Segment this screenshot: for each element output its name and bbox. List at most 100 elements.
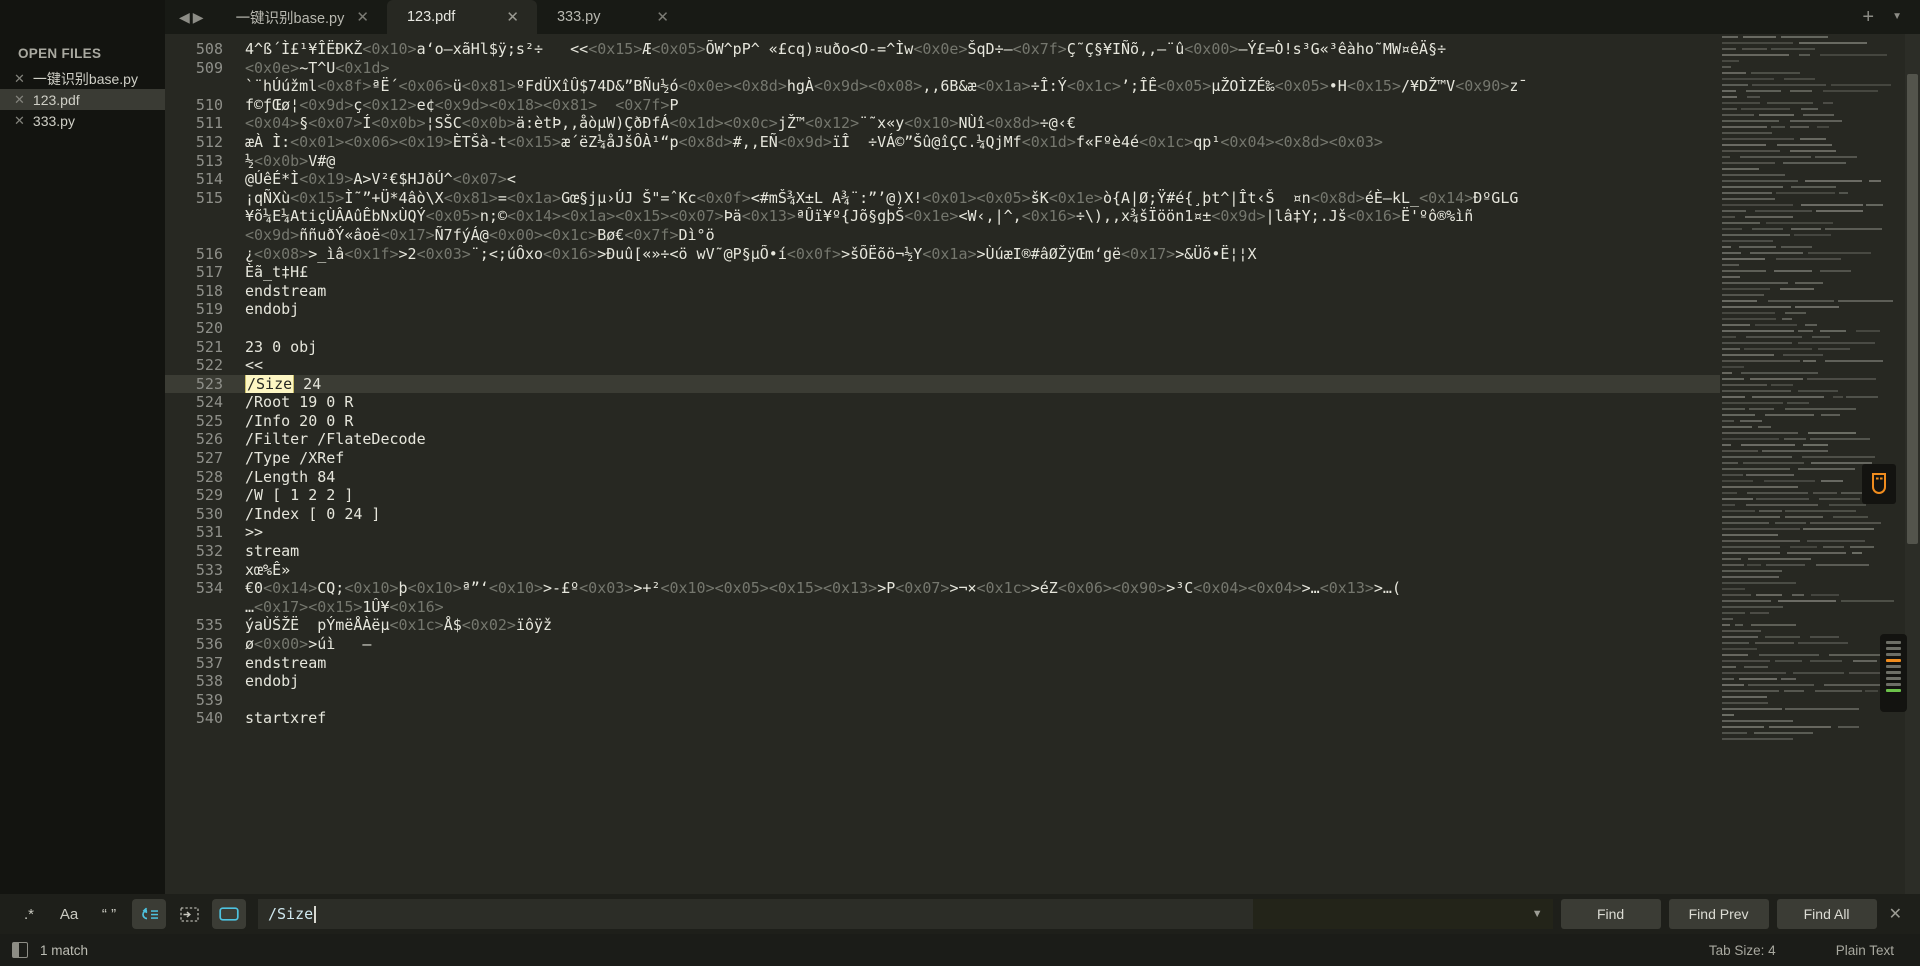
line-number: 540: [195, 709, 223, 728]
hex-escape: <0x1a>: [506, 188, 562, 207]
code-text: >Ðuû[«»÷<ö wV˜@P§µÕ•í: [597, 244, 787, 263]
code-line[interactable]: /Root 19 0 R: [237, 393, 1720, 412]
text-cursor: [314, 905, 316, 923]
code-line[interactable]: …<0x17><0x15>1Û¥<0x16>: [237, 598, 1720, 617]
tab-close-icon[interactable]: ✕: [504, 10, 521, 25]
sidebar-item-file-2[interactable]: ✕ 333.py: [0, 110, 165, 131]
tab-close-icon[interactable]: ✕: [354, 10, 371, 25]
code-line[interactable]: [237, 691, 1720, 710]
code-line[interactable]: /Length 84: [237, 468, 1720, 487]
syntax-mode-label[interactable]: Plain Text: [1836, 943, 1894, 958]
find-wrap-toggle[interactable]: [132, 899, 166, 929]
hex-escape: <0x0c>: [723, 114, 778, 133]
tab-size-label[interactable]: Tab Size: 4: [1709, 943, 1776, 958]
code-line[interactable]: Èã_t‡H£: [237, 263, 1720, 282]
code-line[interactable]: <0x0e>~T^U<0x1d>: [237, 59, 1720, 78]
code-text: hgÀ: [786, 77, 814, 96]
code-line[interactable]: endobj: [237, 672, 1720, 691]
code-text: ªË´: [371, 77, 399, 96]
tab-nav-back-icon[interactable]: ◀: [179, 10, 190, 24]
sidebar-item-file-1[interactable]: ✕ 123.pdf: [0, 89, 165, 110]
code-line[interactable]: startxref: [237, 709, 1720, 728]
code-line[interactable]: <0x04>§<0x07>Í<0x0b>¦SŠC<0x0b>ä:ètÞ,,åòµ…: [237, 114, 1720, 133]
panel-toggle-icon[interactable]: [12, 942, 28, 958]
code-line[interactable]: ¡qÑXù<0x15>Ì˜”+Ü*4âò\X<0x81>=<0x1a>Gœ§jµ…: [237, 189, 1720, 208]
code-line[interactable]: /W [ 1 2 2 ]: [237, 486, 1720, 505]
vertical-scrollbar[interactable]: [1905, 34, 1920, 894]
code-line[interactable]: [237, 319, 1720, 338]
code-text: •H: [1328, 77, 1347, 96]
hex-escape: <0x12>: [804, 114, 860, 133]
code-line[interactable]: ½<0x0b>V#@: [237, 152, 1720, 171]
find-whole-word-toggle[interactable]: “ ”: [92, 899, 126, 929]
find-case-sensitive-toggle[interactable]: Aa: [52, 899, 86, 929]
code-text: <W‹,|^,: [958, 207, 1022, 226]
code-line[interactable]: endobj: [237, 300, 1720, 319]
code-line[interactable]: ¿<0x08>>_ìâ<0x1f>>2<0x03>¨;<;úÔxo<0x16>>…: [237, 245, 1720, 264]
server-rack-icon[interactable]: [1880, 634, 1907, 712]
line-number: 516: [195, 244, 223, 263]
tab-nav-forward-icon[interactable]: ▶: [193, 10, 204, 24]
find-regex-toggle[interactable]: .*: [12, 899, 46, 929]
tab-item-2[interactable]: 333.py ✕: [537, 0, 687, 34]
line-number: 517: [195, 263, 223, 282]
find-prev-button[interactable]: Find Prev: [1668, 899, 1769, 929]
tab-list: 一键识别base.py ✕ 123.pdf ✕ 333.py ✕: [216, 0, 687, 34]
hex-escape: <0x1d>: [1021, 132, 1076, 151]
hex-escape: <0x10>: [407, 579, 462, 598]
code-content[interactable]: 4^ß´Ì£¹¥ÎËÐKŽ<0x10>a‘o—xãHl$ÿ;s²÷ <<<0x1…: [237, 34, 1720, 894]
tab-close-icon[interactable]: ✕: [654, 10, 671, 25]
close-icon[interactable]: ✕: [14, 93, 25, 106]
code-line[interactable]: endstream: [237, 282, 1720, 301]
find-highlight-toggle[interactable]: [212, 899, 246, 929]
code-line[interactable]: æÀ Ì:<0x01><0x06><0x19>ÈTŠà-t<0x15>æ´ëZ¼…: [237, 133, 1720, 152]
code-line[interactable]: >>: [237, 523, 1720, 542]
code-line[interactable]: stream: [237, 542, 1720, 561]
code-line[interactable]: /Info 20 0 R: [237, 412, 1720, 431]
code-line[interactable]: /Index [ 0 24 ]: [237, 505, 1720, 524]
code-line[interactable]: 4^ß´Ì£¹¥ÎËÐKŽ<0x10>a‘o—xãHl$ÿ;s²÷ <<<0x1…: [237, 40, 1720, 59]
code-line[interactable]: /Type /XRef: [237, 449, 1720, 468]
line-number: 520: [195, 318, 223, 337]
code-line[interactable]: `¨hÚúžml<0x8f>ªË´<0x06>ü<0x81>ºFdÜXîÛ$74…: [237, 77, 1720, 96]
code-text: <: [506, 170, 516, 189]
code-line[interactable]: €0<0x14>CQ;<0x10>þ<0x10>ª”‘<0x10>>-£º<0x…: [237, 579, 1720, 598]
tab-list-dropdown-icon[interactable]: ▼: [1892, 12, 1902, 22]
usb-device-icon[interactable]: [1862, 464, 1896, 504]
new-tab-icon[interactable]: +: [1862, 7, 1874, 27]
line-number: 519: [195, 300, 223, 319]
code-line[interactable]: <<: [237, 356, 1720, 375]
server-bar-active: [1886, 659, 1901, 662]
close-icon[interactable]: ✕: [14, 114, 25, 127]
code-line[interactable]: xœ%Ê»: [237, 561, 1720, 580]
code-line[interactable]: <0x9d>ññuðÝ«âoë<0x17>Ñ7fýÁ@<0x00><0x1c>B…: [237, 226, 1720, 245]
find-in-selection-toggle[interactable]: [172, 899, 206, 929]
find-history-dropdown[interactable]: ▼: [1252, 899, 1553, 929]
code-line[interactable]: ýaÙŠŽË pÝmëÅÀëµ<0x1c>Å$<0x02>ïôÿž: [237, 616, 1720, 635]
find-all-button[interactable]: Find All: [1776, 899, 1877, 929]
code-line[interactable]: ¥õ¼E¼AtiçÙÂAûÊbNxÙQÝ<0x05>n;©<0x14><0x1a…: [237, 207, 1720, 226]
code-line[interactable]: ø<0x00>>úì –: [237, 635, 1720, 654]
code-line[interactable]: /Size 24: [237, 374, 1720, 394]
sidebar-item-file-0[interactable]: ✕ 一键识别base.py: [0, 68, 165, 89]
code-line[interactable]: f©ƒŒø¦<0x9d>ç<0x12>e¢<0x9d><0x18><0x81> …: [237, 96, 1720, 115]
code-line[interactable]: 23 0 obj: [237, 338, 1720, 357]
scrollbar-thumb[interactable]: [1907, 74, 1918, 544]
hex-escape: <0x1a>: [922, 244, 977, 263]
code-text: >ÙúæI®#âØŽÿŒm‘gë: [976, 244, 1122, 263]
close-icon[interactable]: ✕: [14, 72, 25, 85]
hex-escape: <0x04>: [245, 114, 300, 133]
code-line[interactable]: endstream: [237, 654, 1720, 673]
find-close-icon[interactable]: ✕: [1877, 904, 1910, 924]
tab-item-1[interactable]: 123.pdf ✕: [386, 0, 537, 34]
tab-bar-actions: + ▼: [1862, 0, 1920, 34]
code-line[interactable]: @ÚêÉ*Ì<0x19>A>V²€$HJðÚ^<0x07><: [237, 170, 1720, 189]
line-number: 527: [195, 449, 223, 468]
tab-item-0[interactable]: 一键识别base.py ✕: [216, 0, 387, 34]
line-number: 522: [195, 356, 223, 375]
code-line[interactable]: /Filter /FlateDecode: [237, 430, 1720, 449]
find-button[interactable]: Find: [1560, 899, 1661, 929]
tab-bar: ◀ ▶ 一键识别base.py ✕ 123.pdf ✕ 333.py ✕ + ▼: [0, 0, 1920, 34]
find-input[interactable]: /Size: [258, 899, 1253, 929]
code-text: 4^ß´Ì£¹¥ÎËÐKŽ: [245, 40, 363, 58]
